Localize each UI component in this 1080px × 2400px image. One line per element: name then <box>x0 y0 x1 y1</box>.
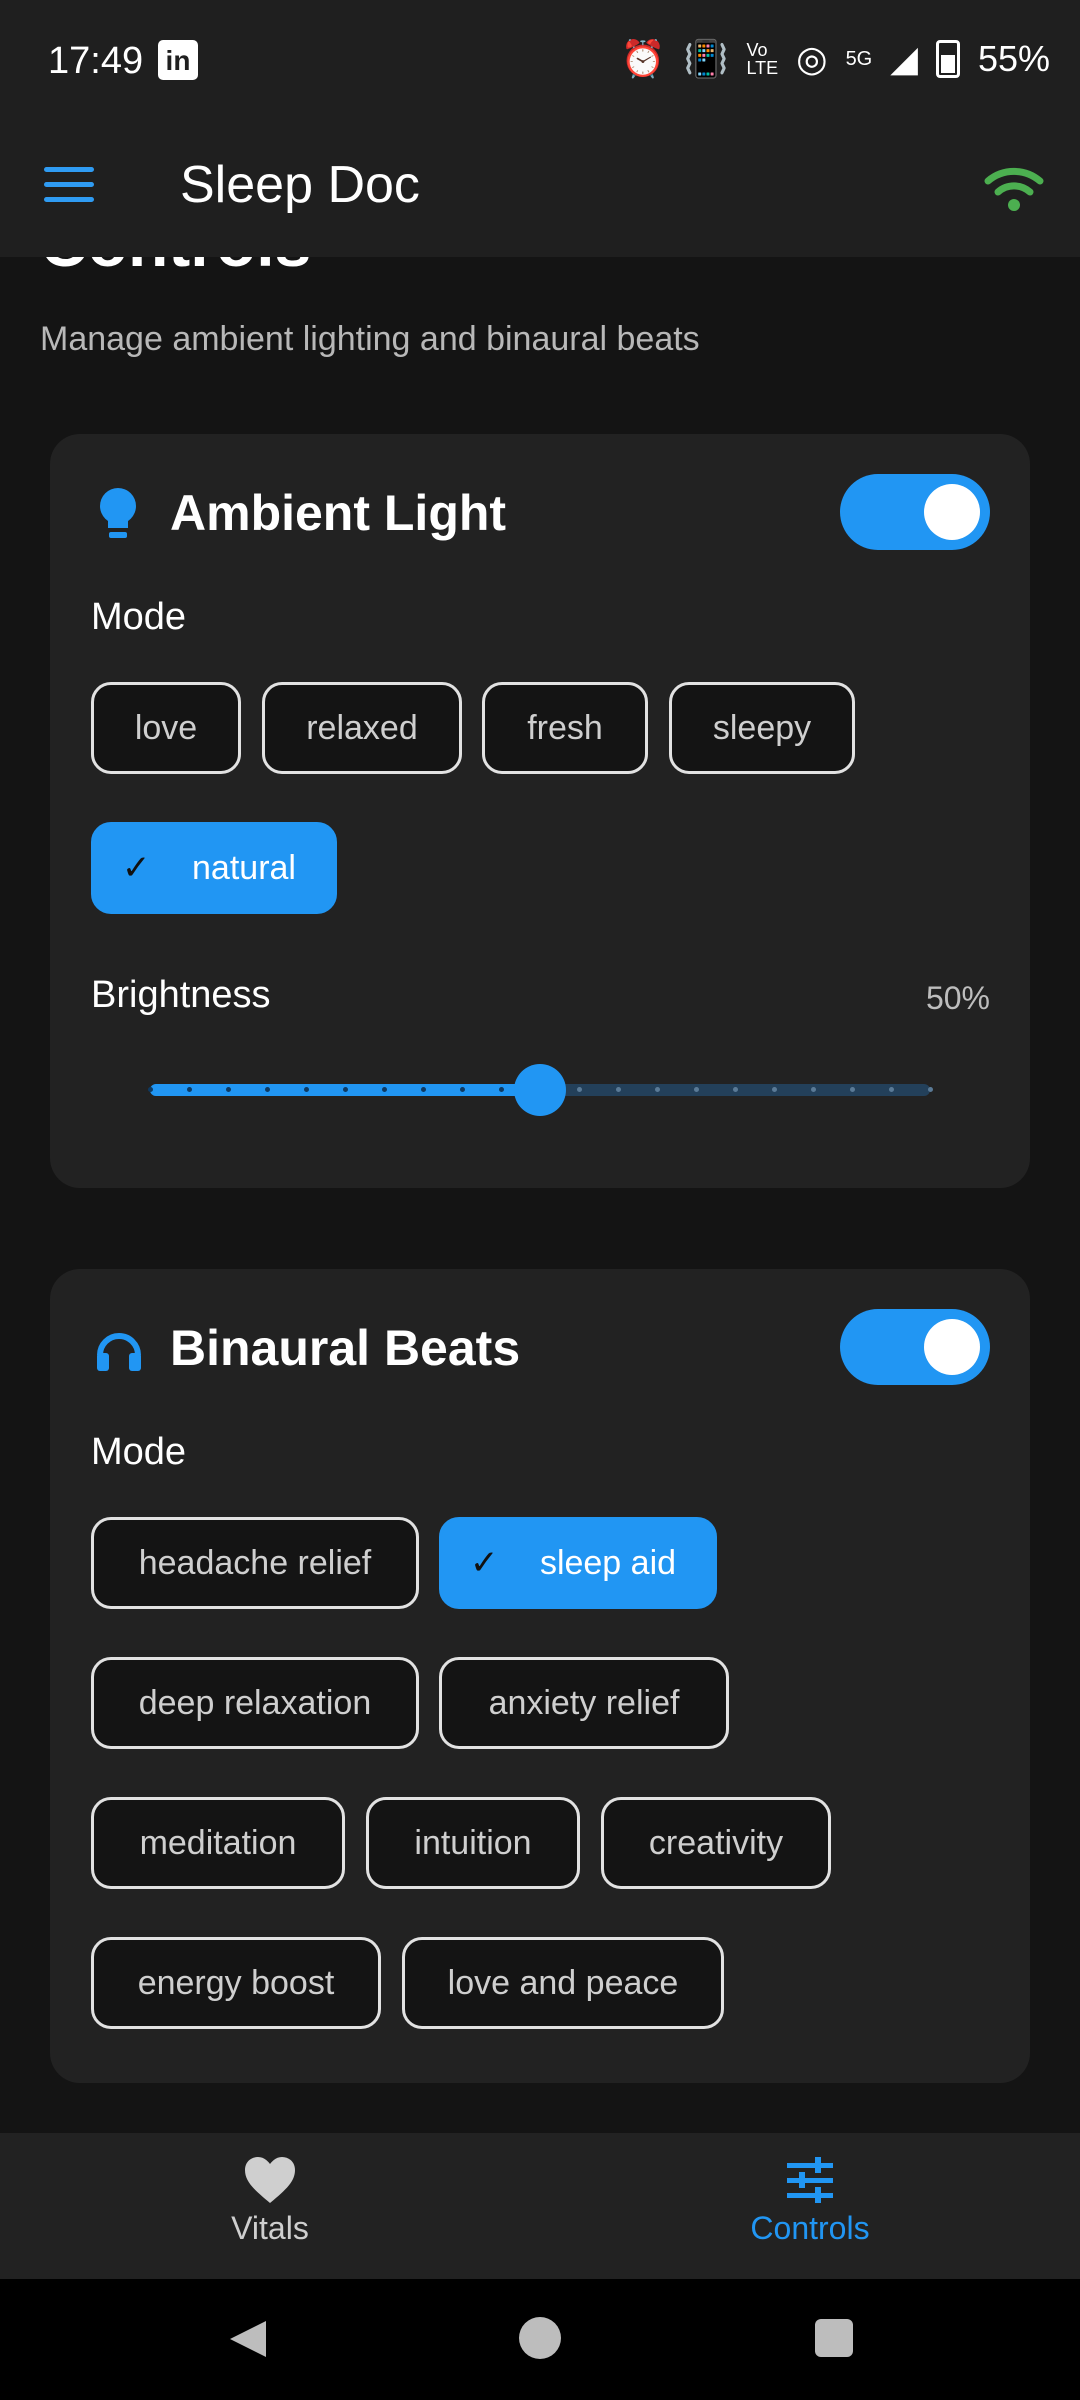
mode-chip-energy-boost[interactable]: energy boost <box>91 1937 381 2029</box>
slider-tick <box>265 1087 270 1092</box>
nav-label: Vitals <box>231 2210 309 2246</box>
mode-chip-intuition[interactable]: intuition <box>366 1797 580 1889</box>
mode-chip-sleep-aid[interactable]: ✓ sleep aid <box>439 1517 717 1609</box>
status-time: 17:49 <box>48 40 144 82</box>
slider-thumb[interactable] <box>514 1064 566 1116</box>
home-icon[interactable] <box>519 2317 561 2359</box>
check-icon: ✓ <box>470 1544 499 1582</box>
mode-label: Mode <box>91 1431 187 1473</box>
slider-tick <box>772 1087 777 1092</box>
volte-icon: Vo LTE <box>746 40 779 78</box>
hotspot-icon: ◎ <box>796 38 828 79</box>
page-subtitle: Manage ambient lighting and binaural bea… <box>40 320 700 358</box>
slider-tick <box>889 1087 894 1092</box>
slider-tick <box>460 1087 465 1092</box>
slider-tick <box>616 1087 621 1092</box>
slider-tick <box>148 1087 153 1092</box>
status-bar: 17:49 in ⏰ 📳 Vo LTE ◎ 5G ◢ 55% <box>0 0 1080 125</box>
mode-chip-meditation[interactable]: meditation <box>91 1797 345 1889</box>
heart-icon <box>120 2155 420 2210</box>
slider-tick <box>733 1087 738 1092</box>
signal-icon: ◢ <box>890 38 918 79</box>
hamburger-menu-icon[interactable] <box>44 167 94 207</box>
slider-tick <box>304 1087 309 1092</box>
linkedin-icon: in <box>158 40 198 80</box>
binaural-beats-toggle[interactable] <box>840 1309 990 1385</box>
mode-chip-headache-relief[interactable]: headache relief <box>91 1517 419 1609</box>
ambient-light-card: Ambient Light Mode love relaxed fresh sl… <box>50 434 1030 1188</box>
nav-item-vitals[interactable]: Vitals <box>120 2155 420 2247</box>
app-bar: Sleep Doc <box>0 125 1080 257</box>
slider-tick <box>382 1087 387 1092</box>
slider-tick <box>811 1087 816 1092</box>
mode-chip-deep-relaxation[interactable]: deep relaxation <box>91 1657 419 1749</box>
alarm-icon: ⏰ <box>620 38 666 79</box>
slider-tick <box>850 1087 855 1092</box>
binaural-beats-card: Binaural Beats Mode headache relief ✓ sl… <box>50 1269 1030 2083</box>
app-title: Sleep Doc <box>180 156 420 214</box>
nav-item-controls[interactable]: Controls <box>660 2155 960 2247</box>
mode-chip-creativity[interactable]: creativity <box>601 1797 831 1889</box>
slider-tick <box>499 1087 504 1092</box>
slider-tick <box>577 1087 582 1092</box>
slider-tick <box>655 1087 660 1092</box>
recents-icon[interactable] <box>815 2319 853 2357</box>
vibrate-icon: 📳 <box>683 38 729 79</box>
headphones-icon <box>94 1325 144 1378</box>
system-navigation-bar <box>0 2279 1080 2400</box>
battery-icon <box>935 40 960 78</box>
back-icon[interactable] <box>226 2317 270 2366</box>
slider-tick <box>694 1087 699 1092</box>
network-label: 5G <box>845 47 873 70</box>
battery-percent: 55% <box>977 38 1050 79</box>
slider-tick <box>343 1087 348 1092</box>
mode-chip-love-and-peace[interactable]: love and peace <box>402 1937 724 2029</box>
bottom-navigation: Vitals Controls <box>0 2133 1080 2279</box>
card-title: Binaural Beats <box>170 1320 521 1376</box>
nav-label: Controls <box>750 2210 870 2246</box>
brightness-slider[interactable] <box>50 434 1030 1188</box>
mode-chip-anxiety-relief[interactable]: anxiety relief <box>439 1657 729 1749</box>
sliders-icon <box>660 2155 960 2210</box>
slider-tick <box>421 1087 426 1092</box>
wifi-icon <box>984 165 1044 220</box>
slider-tick <box>928 1087 933 1092</box>
slider-tick <box>226 1087 231 1092</box>
status-icons: ⏰ 📳 Vo LTE ◎ 5G ◢ 55% <box>621 38 1050 80</box>
slider-tick <box>187 1087 192 1092</box>
